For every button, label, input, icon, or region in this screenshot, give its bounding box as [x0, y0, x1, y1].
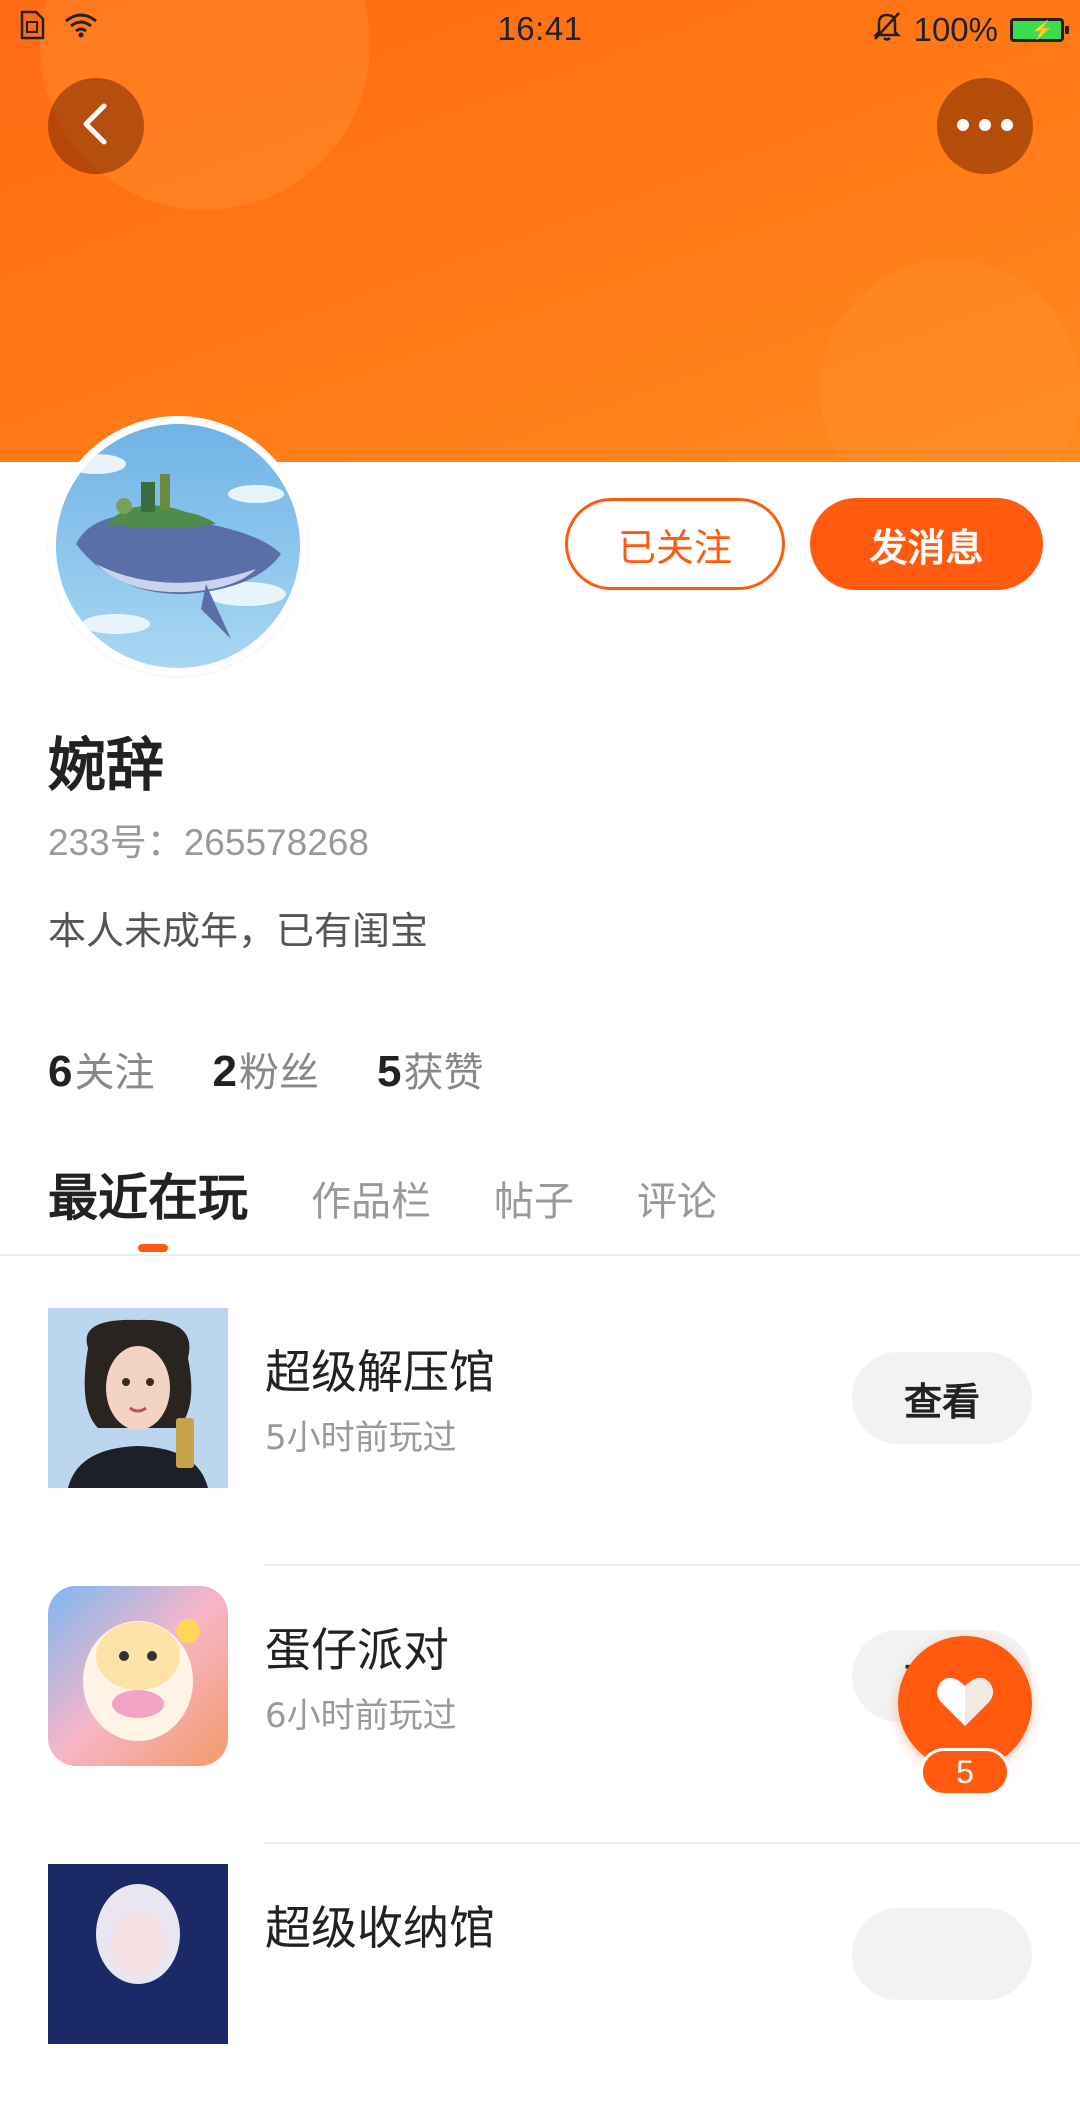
- view-game-button[interactable]: [852, 1908, 1032, 2000]
- stat-fans[interactable]: 2 粉丝: [212, 1040, 318, 1098]
- tab-works[interactable]: 作品栏: [311, 1169, 431, 1227]
- banner-decoration: [820, 260, 1080, 462]
- tabs-divider: [0, 1254, 1080, 1256]
- fans-count: 2: [212, 1047, 237, 1096]
- user-bio: 本人未成年，已有闺宝: [48, 909, 429, 953]
- tab-posts[interactable]: 帖子: [494, 1169, 574, 1227]
- following-label: 关注: [74, 1050, 155, 1096]
- tab-recently-played[interactable]: 最近在玩: [48, 1158, 248, 1230]
- active-tab-indicator: [138, 1244, 168, 1252]
- send-message-button[interactable]: 发消息: [810, 498, 1043, 590]
- status-bar: 16:41 100% ⚡: [0, 0, 1080, 56]
- avatar[interactable]: [56, 424, 300, 668]
- list-item[interactable]: 超级收纳馆: [0, 1844, 1080, 2122]
- list-item[interactable]: 超级解压馆 5小时前玩过 查看: [0, 1288, 1080, 1566]
- following-count: 6: [48, 1047, 73, 1096]
- game-title: 蛋仔派对: [265, 1623, 449, 1677]
- stat-likes[interactable]: 5 获赞: [377, 1040, 483, 1098]
- chevron-left-icon: [76, 100, 116, 152]
- battery-percent: 100%: [913, 11, 998, 48]
- battery-icon: ⚡: [1010, 18, 1069, 42]
- game-last-played: 6小时前玩过: [265, 1696, 457, 1736]
- more-dots-icon: [955, 117, 1015, 136]
- status-right-icons: 100% ⚡: [872, 10, 1069, 50]
- profile-stats: 6 关注 2 粉丝 5 获赞: [48, 1040, 483, 1098]
- game-thumbnail[interactable]: [48, 1864, 228, 2044]
- game-title: 超级解压馆: [265, 1345, 495, 1399]
- game-title: 超级收纳馆: [265, 1901, 495, 1955]
- profile-banner: [0, 0, 1080, 462]
- like-count-badge: 5: [920, 1748, 1010, 1796]
- game-thumbnail[interactable]: [48, 1308, 228, 1488]
- likes-count: 5: [376, 1047, 402, 1096]
- fans-label: 粉丝: [238, 1050, 319, 1096]
- likes-label: 获赞: [403, 1050, 484, 1096]
- mute-bell-icon: [872, 10, 902, 50]
- tab-comments[interactable]: 评论: [637, 1169, 717, 1227]
- stat-following[interactable]: 6 关注: [48, 1040, 154, 1098]
- user-id: 233号：265578268: [48, 822, 369, 863]
- game-thumbnail[interactable]: [48, 1586, 228, 1766]
- back-button[interactable]: [48, 78, 144, 174]
- view-game-button[interactable]: 查看: [852, 1352, 1032, 1444]
- user-name: 婉辞: [48, 731, 165, 799]
- more-options-button[interactable]: [937, 78, 1033, 174]
- followed-button[interactable]: 已关注: [565, 498, 785, 590]
- game-last-played: 5小时前玩过: [265, 1418, 457, 1458]
- avatar-frame: [48, 416, 308, 676]
- heart-icon: [935, 1674, 995, 1732]
- profile-tabs: 最近在玩 作品栏 帖子 评论: [48, 1158, 780, 1230]
